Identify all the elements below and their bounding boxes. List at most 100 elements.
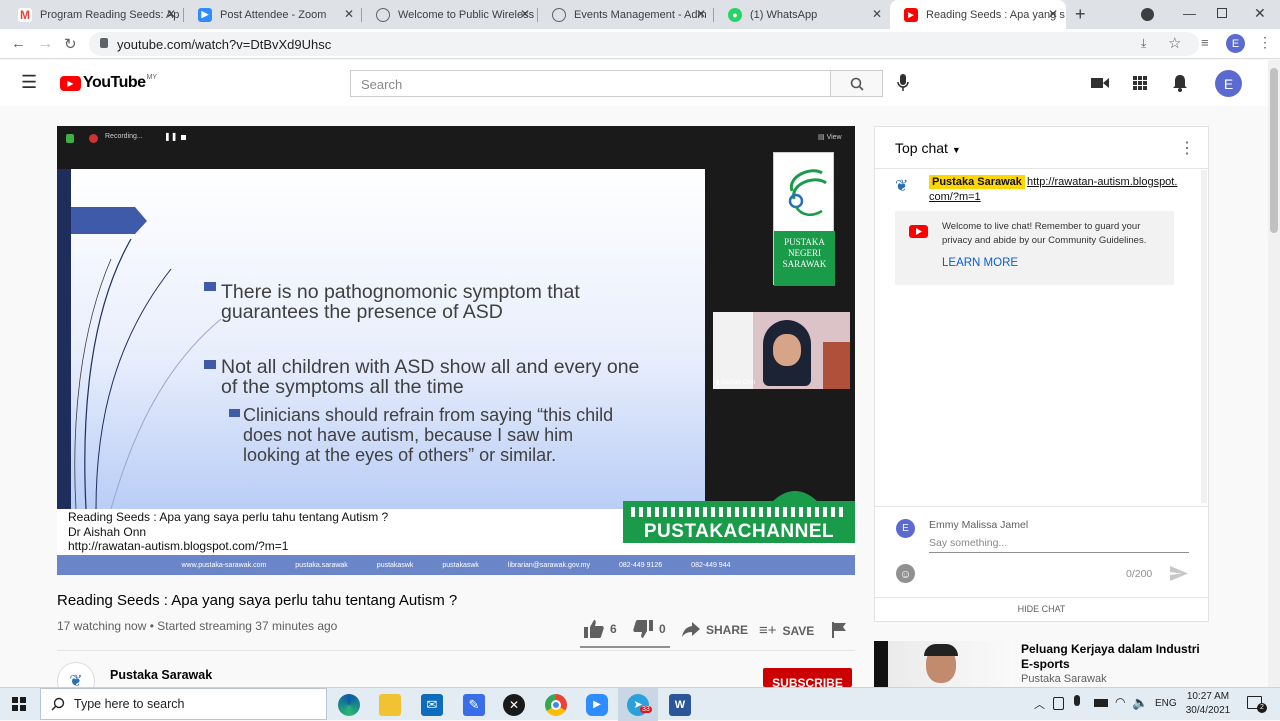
new-tab-icon[interactable]: + [1075, 4, 1086, 25]
scrollbar-thumb[interactable] [1270, 68, 1278, 233]
channel-name[interactable]: Pustaka Sarawak [110, 668, 212, 682]
reading-list-icon[interactable]: ≡ [1201, 35, 1209, 50]
browser-tab[interactable]: ▶ Post Attendee - Zoom ✕ [184, 0, 362, 29]
live-chat-panel: Top chat ▼ ⋮ ❦ Pustaka Sarawak http://ra… [874, 126, 1209, 622]
close-icon[interactable]: ✕ [696, 7, 706, 21]
windows-start-icon[interactable] [12, 697, 26, 711]
divider [875, 506, 1208, 507]
pause-icon[interactable]: ❚❚ [164, 132, 177, 141]
close-window-icon[interactable]: ✕ [1254, 5, 1266, 22]
suggested-video-title[interactable]: Peluang Kerjaya dalam Industri E-sports [1021, 642, 1201, 672]
chrome-icon[interactable] [545, 694, 567, 716]
back-icon[interactable]: ← [11, 35, 26, 52]
close-icon[interactable]: ✕ [344, 7, 354, 21]
minimize-icon[interactable]: — [1183, 6, 1196, 21]
subscribe-button[interactable]: SUBSCRIBE [763, 668, 852, 687]
youtube-play-icon [909, 225, 928, 238]
slide-arrow-shape [71, 207, 147, 234]
browser-tab[interactable]: ● (1) WhatsApp ✕ [714, 0, 890, 29]
emoji-icon[interactable]: ☺ [896, 564, 915, 583]
whiteboard-icon[interactable]: ✎ [463, 694, 485, 716]
volume-icon[interactable]: 🔈 [1132, 695, 1148, 711]
bookmark-star-icon[interactable]: ☆ [1168, 34, 1181, 52]
participant-webcam[interactable]: ▮ Aishah Onn [713, 312, 850, 389]
mail-icon[interactable]: ✉ [421, 694, 443, 716]
create-video-icon[interactable] [1091, 76, 1109, 90]
show-hidden-icons[interactable]: ︿ [1034, 696, 1045, 712]
chat-message-input[interactable]: Say something... [929, 535, 1189, 553]
notification-bell-icon[interactable] [1172, 74, 1188, 92]
globe-icon [552, 7, 566, 22]
learn-more-link[interactable]: LEARN MORE [942, 257, 1018, 269]
lower-third-url: http://rawatan-autism.blogspot.com/?m=1 [68, 539, 289, 553]
profile-avatar[interactable]: E [1226, 34, 1245, 53]
user-avatar[interactable]: E [1215, 70, 1242, 97]
chat-user-name: Emmy Malissa Jamel [929, 519, 1029, 531]
video-player[interactable]: Recording... ❚❚ ▤ View There is no patho… [57, 126, 855, 575]
recording-dot-icon [89, 134, 98, 143]
taskbar-clock[interactable]: 10:27 AM 30/4/2021 [1183, 690, 1233, 718]
close-icon[interactable]: ✕ [166, 7, 176, 21]
youtube-logo[interactable]: ▶ YouTube MY [60, 74, 157, 92]
report-flag-icon[interactable] [832, 622, 846, 638]
chat-options-icon[interactable]: ⋮ [1179, 138, 1195, 158]
channel-avatar[interactable]: ❦ [57, 662, 95, 687]
youtube-header: ☰ ▶ YouTube MY Search E [0, 60, 1268, 106]
browser-tab[interactable]: Events Management - Adm ✕ [538, 0, 714, 29]
close-icon[interactable]: ✕ [1048, 7, 1058, 21]
close-icon[interactable]: ✕ [872, 7, 882, 21]
send-icon[interactable] [1170, 566, 1188, 581]
microphone-icon[interactable] [897, 73, 909, 93]
input-language[interactable]: ENG [1155, 698, 1177, 709]
search-button[interactable] [830, 70, 883, 97]
stop-icon[interactable] [181, 135, 186, 140]
browser-tab[interactable]: Welcome to Public Wireless ✕ [362, 0, 538, 29]
url-field[interactable]: youtube.com/watch?v=DtBvXd9Uhsc [89, 32, 1199, 56]
chat-message-link[interactable]: http://rawatan-autism.blogspot.com/?m=1 [929, 175, 1179, 205]
view-toggle[interactable]: ▤ View [818, 133, 842, 141]
search-input[interactable]: Search [350, 70, 830, 97]
install-icon[interactable]: ⤓ [1141, 36, 1146, 51]
media-control-icon[interactable] [1141, 8, 1154, 21]
browser-tab-active[interactable]: ▶ Reading Seeds : Apa yang s ✕ [890, 0, 1066, 29]
gmail-icon: M [18, 7, 32, 22]
forward-icon[interactable]: → [38, 35, 53, 52]
telegram-taskbar-button[interactable]: ➤ 33 [618, 688, 658, 721]
zoom-icon: ▶ [198, 7, 212, 22]
battery-icon[interactable] [1094, 699, 1108, 707]
taskbar-search-box[interactable]: Type here to search [40, 688, 327, 720]
like-button[interactable]: 6 [584, 620, 617, 638]
lower-third-title: Reading Seeds : Apa yang saya perlu tahu… [68, 510, 389, 524]
file-explorer-icon[interactable] [379, 694, 401, 716]
chat-header: Top chat ▼ ⋮ [875, 127, 1208, 169]
wifi-icon[interactable]: ◠ [1115, 695, 1125, 709]
youtube-icon: ▶ [904, 7, 918, 22]
browser-menu-icon[interactable]: ⋮ [1258, 34, 1272, 51]
apps-grid-icon[interactable] [1133, 76, 1147, 90]
participant-face [773, 334, 801, 366]
share-button[interactable]: SHARE [682, 622, 748, 637]
pustaka-logo: PUSTAKA NEGERI SARAWAK [773, 152, 835, 286]
edge-browser-icon[interactable] [338, 694, 360, 716]
suggested-video-thumbnail[interactable] [874, 641, 1015, 687]
chat-scrollbar[interactable] [1201, 170, 1207, 503]
maximize-icon[interactable] [1217, 8, 1227, 18]
suggested-video-channel[interactable]: Pustaka Sarawak [1021, 673, 1107, 685]
xbox-icon[interactable]: ✕ [503, 694, 525, 716]
char-counter: 0/200 [1126, 568, 1153, 580]
browser-tab[interactable]: M Program Reading Seeds: Ap ✕ [4, 0, 184, 29]
device-icon[interactable] [1053, 697, 1064, 710]
zoom-app-icon[interactable]: ▶ [586, 694, 608, 716]
hamburger-menu-icon[interactable]: ☰ [21, 72, 37, 93]
search-icon [51, 697, 65, 711]
hide-chat-button[interactable]: HIDE CHAT [875, 604, 1208, 614]
save-button[interactable]: ≡+ SAVE [759, 622, 814, 639]
video-title: Reading Seeds : Apa yang saya perlu tahu… [57, 592, 458, 609]
close-icon[interactable]: ✕ [520, 7, 530, 21]
microphone-tray-icon[interactable] [1074, 695, 1080, 706]
page-scrollbar[interactable] [1268, 60, 1280, 687]
reload-icon[interactable]: ↻ [64, 35, 77, 53]
chat-mode-selector[interactable]: Top chat ▼ [895, 140, 961, 156]
word-icon[interactable]: W [669, 694, 691, 716]
dislike-button[interactable]: 0 [633, 620, 666, 638]
